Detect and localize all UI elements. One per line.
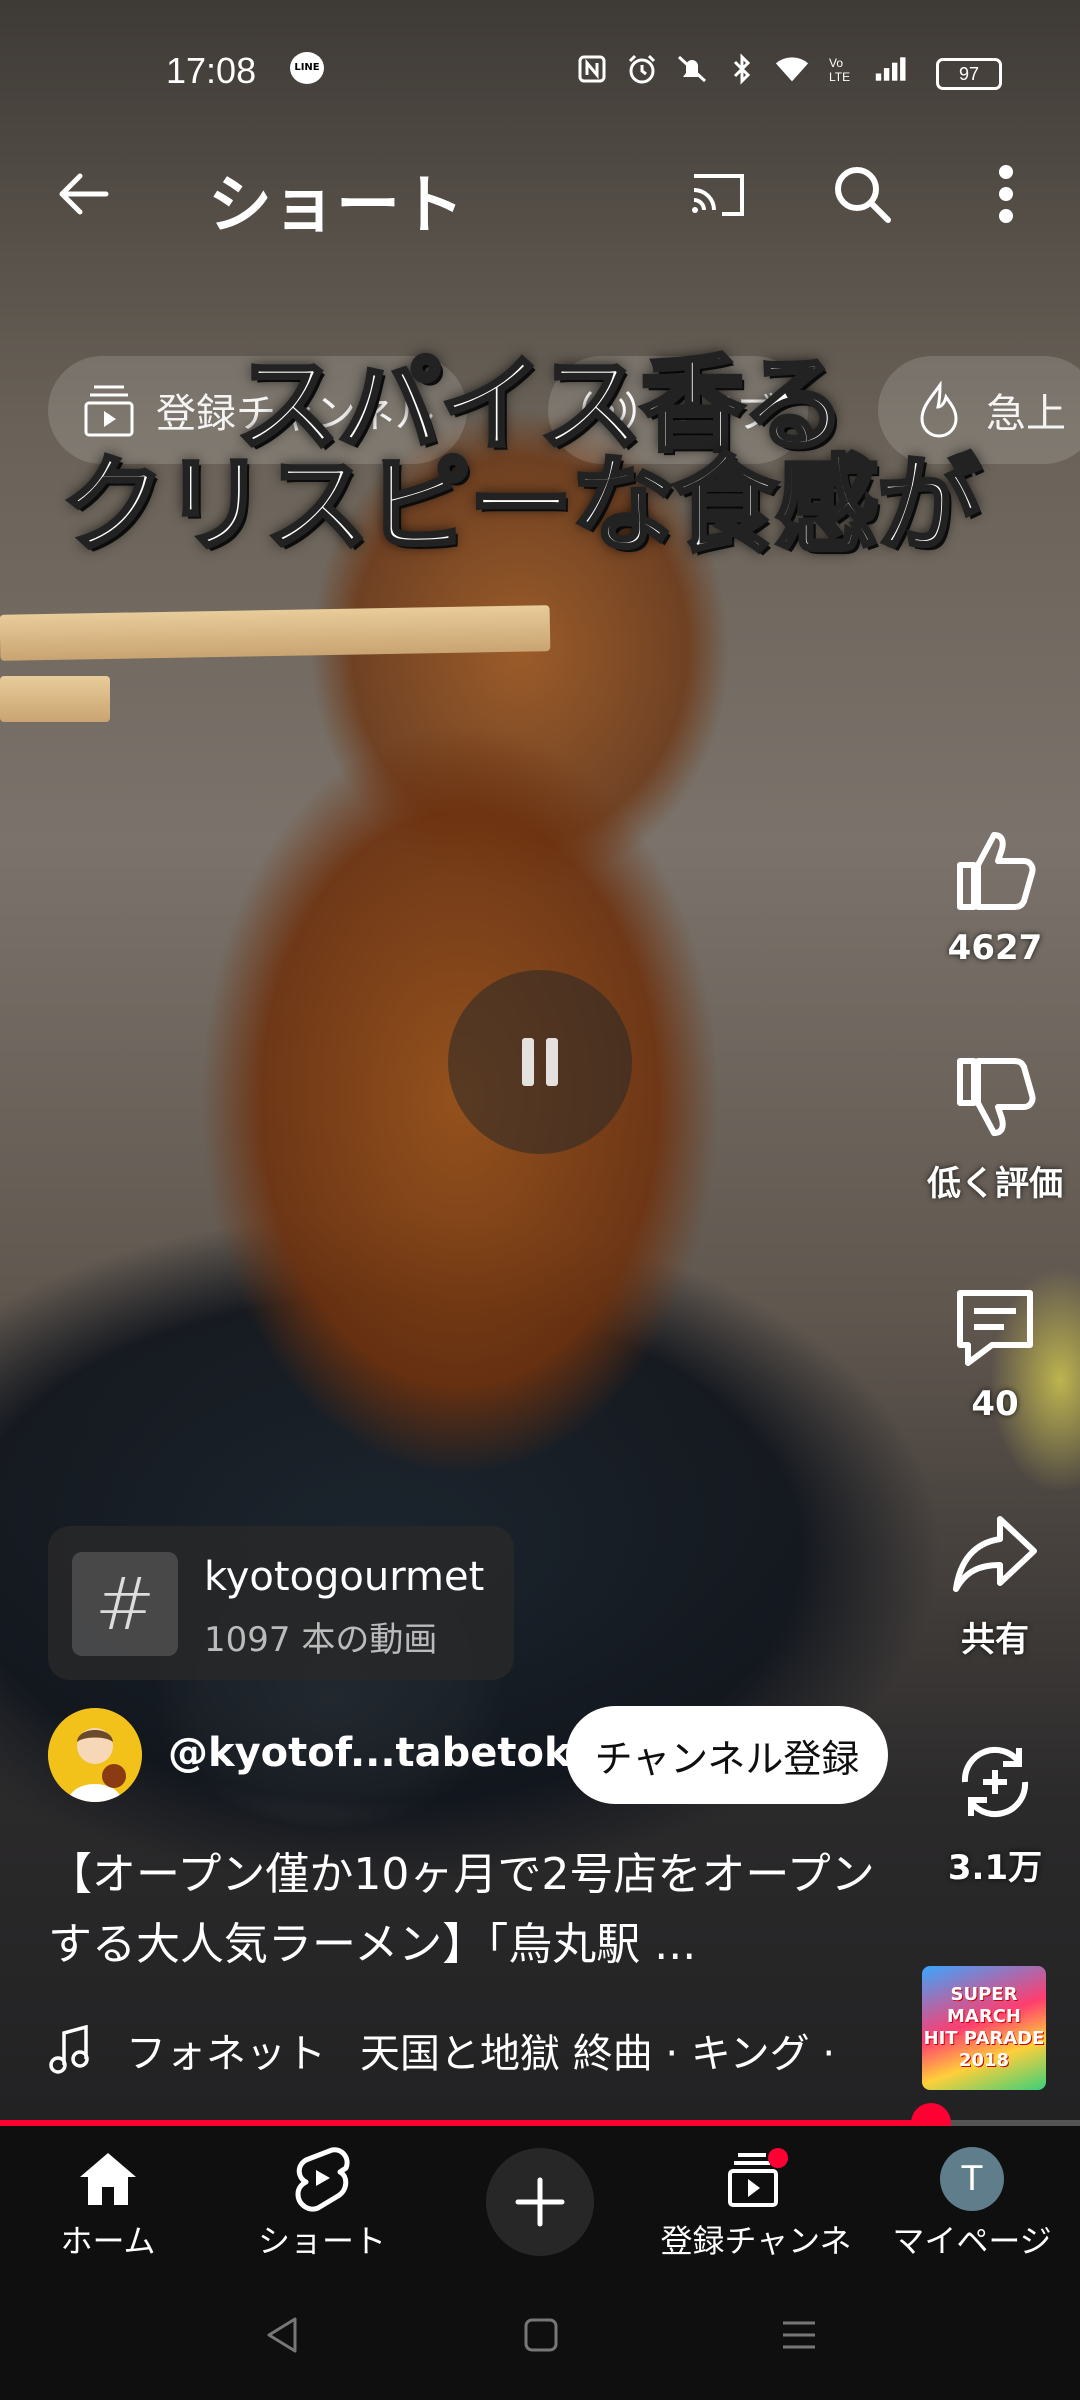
nav-home[interactable]: ホーム — [8, 2142, 208, 2262]
back-button[interactable] — [48, 158, 120, 230]
cast-icon — [692, 174, 744, 216]
nav-shorts-label: ショート — [257, 2222, 386, 2260]
music-thumb-text: 2018 — [958, 2050, 1010, 2071]
music-thumb-text: HIT PARADE — [923, 2028, 1045, 2049]
system-navigation-bar — [0, 2270, 1080, 2400]
music-track: 天国と地獄 終曲 · キング · — [360, 2031, 836, 2077]
subscriptions-icon — [656, 2142, 856, 2216]
share-label: 共有 — [961, 1620, 1029, 1660]
top-app-bar: ショート — [0, 140, 1080, 243]
more-options-button[interactable] — [970, 158, 1042, 230]
remix-icon — [945, 1732, 1045, 1832]
plus-icon — [515, 2177, 565, 2227]
music-artist: フォネット — [126, 2031, 326, 2077]
video-frame-detail — [0, 605, 551, 661]
svg-text:LTE: LTE — [829, 70, 850, 84]
system-back-button[interactable] — [248, 2300, 318, 2370]
remix-count: 3.1万 — [947, 1848, 1043, 1888]
video-caption-line2: クリスピーな食感が — [59, 442, 983, 568]
comment-count: 40 — [971, 1384, 1019, 1424]
dislike-button[interactable]: 低く評価 — [910, 1048, 1080, 1205]
search-icon — [835, 167, 891, 223]
new-content-dot — [768, 2148, 788, 2168]
channel-handle[interactable]: @kyotof...tabetoku — [168, 1730, 599, 1776]
status-bar: 17:08 LINE Vo LTE 97 — [0, 40, 1080, 104]
search-button[interactable] — [826, 158, 898, 230]
status-icons: Vo LTE — [574, 52, 910, 86]
pause-icon — [522, 1038, 558, 1086]
share-icon — [945, 1504, 1045, 1604]
menu-lines-icon — [783, 2321, 815, 2349]
create-button[interactable] — [486, 2148, 594, 2256]
thumbs-down-icon — [945, 1048, 1045, 1148]
like-count: 4627 — [947, 928, 1043, 968]
status-time: 17:08 — [166, 50, 257, 91]
system-home-button[interactable] — [506, 2300, 576, 2370]
square-home-icon — [524, 2318, 558, 2352]
signal-icon — [874, 52, 910, 86]
nav-mypage-label: マイページ — [892, 2222, 1052, 2260]
more-vertical-icon — [999, 165, 1013, 223]
volte-icon: Vo LTE — [824, 52, 860, 86]
nav-mypage[interactable]: T マイページ — [872, 2142, 1072, 2262]
music-note-icon — [49, 2025, 89, 2074]
subscribe-button[interactable]: チャンネル登録 — [566, 1706, 888, 1804]
nfc-icon — [574, 52, 610, 86]
system-recents-button[interactable] — [764, 2300, 834, 2370]
hashtag-card[interactable]: # kyotogourmet 1097 本の動画 — [48, 1526, 514, 1680]
nav-avatar-wrap: T — [872, 2142, 1072, 2216]
wifi-icon — [774, 52, 810, 86]
music-row[interactable]: フォネット 天国と地獄 終曲 · キング · — [48, 2020, 898, 2080]
hashtag-name: kyotogourmet — [204, 1554, 485, 1600]
svg-text:Vo: Vo — [829, 56, 843, 70]
comment-icon — [945, 1276, 1045, 1376]
video-title[interactable]: 【オープン僅か10ヶ月で2号店をオープンする大人気ラーメン】「烏丸駅 ... — [48, 1840, 908, 1980]
nav-shorts[interactable]: ショート — [222, 2142, 422, 2262]
remix-button[interactable]: 3.1万 — [910, 1732, 1080, 1889]
mute-icon — [674, 52, 710, 86]
nav-home-label: ホーム — [60, 2222, 156, 2260]
comments-button[interactable]: 40 — [910, 1276, 1080, 1424]
music-thumbnail[interactable]: SUPER MARCH HIT PARADE 2018 — [922, 1966, 1046, 2090]
bluetooth-icon — [724, 52, 760, 86]
like-button[interactable]: 4627 — [910, 820, 1080, 968]
cast-button[interactable] — [682, 158, 754, 230]
shorts-screen: 17:08 LINE Vo LTE 97 ショート 登録チャンネル ライブ 急上… — [0, 0, 1080, 2400]
line-app-icon: LINE — [290, 52, 324, 84]
battery-icon: 97 — [936, 58, 1002, 90]
music-thumb-text: SUPER — [950, 1984, 1018, 2005]
triangle-back-icon — [267, 2317, 297, 2353]
shorts-icon — [222, 2142, 422, 2216]
arrow-left-icon — [59, 173, 109, 215]
hashtag-video-count: 1097 本の動画 — [204, 1620, 438, 1660]
video-frame-detail — [0, 676, 110, 722]
hashtag-icon: # — [72, 1552, 178, 1656]
channel-avatar[interactable] — [48, 1708, 142, 1802]
pause-button[interactable] — [448, 970, 632, 1154]
dislike-label: 低く評価 — [927, 1164, 1063, 1204]
home-icon — [8, 2142, 208, 2216]
thumbs-up-icon — [945, 820, 1045, 920]
bottom-navigation: ホーム ショート 登録チャンネル T マイページ — [0, 2126, 1080, 2306]
user-avatar: T — [940, 2147, 1004, 2211]
page-title: ショート — [208, 169, 464, 243]
share-button[interactable]: 共有 — [910, 1504, 1080, 1661]
music-thumb-text: MARCH — [947, 2006, 1021, 2027]
alarm-icon — [624, 52, 660, 86]
